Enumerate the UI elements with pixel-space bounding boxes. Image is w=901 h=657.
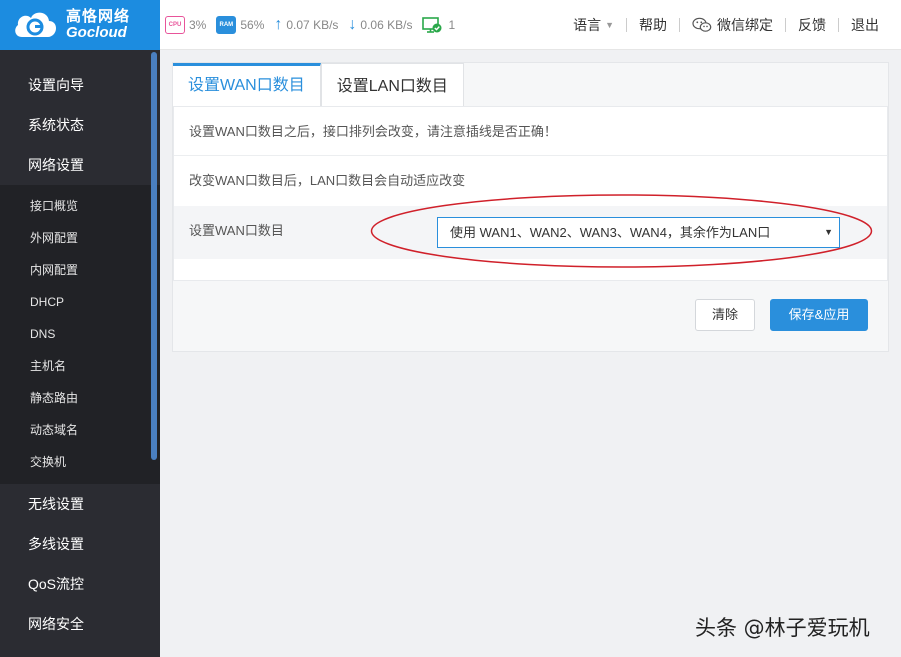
sidebar-scrollbar[interactable] bbox=[151, 52, 157, 460]
save-apply-button[interactable]: 保存&应用 bbox=[770, 299, 868, 331]
sidebar-item-wireless[interactable]: 无线设置 bbox=[0, 484, 160, 524]
ram-value: 56% bbox=[240, 18, 265, 32]
sidebar-subitem-switch[interactable]: 交换机 bbox=[0, 446, 160, 478]
sidebar-item-network-settings[interactable]: 网络设置 bbox=[0, 145, 160, 185]
tab-bar: 设置WAN口数目 设置LAN口数目 bbox=[173, 63, 464, 107]
brand-logo[interactable]: 高恪网络 Gocloud bbox=[0, 0, 160, 50]
tab-lan-count[interactable]: 设置LAN口数目 bbox=[320, 63, 464, 107]
top-bar: 高恪网络 Gocloud CPU 3% RAM 56% ↑ 0.07 KB/s … bbox=[0, 0, 901, 50]
language-label: 语言 bbox=[573, 17, 602, 33]
settings-card: 设置WAN口数目之后，接口排列会改变，请注意插线是否正确！ 改变WAN口数目后，… bbox=[173, 106, 888, 281]
wechat-bind-link[interactable]: 微信绑定 bbox=[680, 15, 785, 35]
upload-arrow-icon: ↑ bbox=[274, 16, 283, 33]
ram-stat: RAM 56% bbox=[216, 16, 264, 34]
language-menu[interactable]: 语言 ▼ bbox=[561, 15, 626, 35]
sidebar-item-multi-wan[interactable]: 多线设置 bbox=[0, 524, 160, 564]
chevron-down-icon: ▼ bbox=[605, 20, 614, 30]
sidebar-subitem-static-route[interactable]: 静态路由 bbox=[0, 382, 160, 414]
ram-icon: RAM bbox=[216, 16, 237, 34]
system-stats: CPU 3% RAM 56% ↑ 0.07 KB/s ↓ 0.06 KB/s 1 bbox=[165, 0, 465, 50]
wechat-bind-label: 微信绑定 bbox=[717, 17, 773, 33]
sidebar-item-qos[interactable]: QoS流控 bbox=[0, 564, 160, 604]
wan-count-select-value: 使用 WAN1、WAN2、WAN3、WAN4，其余作为LAN口 bbox=[450, 225, 771, 240]
hint-text: 改变WAN口数目后，LAN口数目会自动适应改变 bbox=[189, 173, 466, 188]
sidebar-subitem-interface-overview[interactable]: 接口概览 bbox=[0, 190, 160, 222]
sidebar: 设置向导 系统状态 网络设置 接口概览 外网配置 内网配置 DHCP DNS 主… bbox=[0, 50, 160, 657]
sidebar-subitem-hostname[interactable]: 主机名 bbox=[0, 350, 160, 382]
tab-wan-count[interactable]: 设置WAN口数目 bbox=[173, 63, 321, 107]
sidebar-subitem-ddns[interactable]: 动态域名 bbox=[0, 414, 160, 446]
sidebar-subitem-wan-config[interactable]: 外网配置 bbox=[0, 222, 160, 254]
brand-name-cn: 高恪网络 bbox=[66, 8, 131, 26]
monitor-check-icon bbox=[422, 17, 442, 33]
feedback-link[interactable]: 反馈 bbox=[786, 15, 838, 35]
wechat-icon bbox=[692, 17, 712, 32]
logout-label: 退出 bbox=[851, 17, 879, 33]
warning-notice: 设置WAN口数目之后，接口排列会改变，请注意插线是否正确！ bbox=[174, 107, 887, 156]
sidebar-subitem-dhcp[interactable]: DHCP bbox=[0, 286, 160, 318]
sidebar-submenu: 接口概览 外网配置 内网配置 DHCP DNS 主机名 静态路由 动态域名 交换… bbox=[0, 185, 160, 484]
cpu-value: 3% bbox=[189, 18, 207, 32]
upload-stat: ↑ 0.07 KB/s bbox=[274, 16, 338, 34]
feedback-label: 反馈 bbox=[798, 17, 826, 33]
sidebar-item-setup-wizard[interactable]: 设置向导 bbox=[0, 65, 160, 105]
brand-name-en: Gocloud bbox=[66, 24, 127, 41]
download-arrow-icon: ↓ bbox=[348, 16, 357, 33]
main-panel: 设置WAN口数目 设置LAN口数目 设置WAN口数目之后，接口排列会改变，请注意… bbox=[172, 62, 889, 352]
cpu-icon: CPU bbox=[165, 16, 185, 34]
help-link[interactable]: 帮助 bbox=[627, 15, 679, 35]
download-stat: ↓ 0.06 KB/s bbox=[348, 16, 412, 34]
download-value: 0.06 KB/s bbox=[360, 18, 413, 32]
devices-count: 1 bbox=[448, 18, 456, 32]
watermark-text: 头条 @林子爱玩机 bbox=[695, 616, 870, 640]
logout-link[interactable]: 退出 bbox=[839, 15, 891, 35]
upload-value: 0.07 KB/s bbox=[286, 18, 339, 32]
help-label: 帮助 bbox=[639, 17, 667, 33]
sidebar-item-system-status[interactable]: 系统状态 bbox=[0, 105, 160, 145]
clear-button[interactable]: 清除 bbox=[695, 299, 755, 331]
wan-count-label: 设置WAN口数目 bbox=[189, 223, 284, 238]
header-links: 语言 ▼ 帮助 微信绑定 反馈 退出 bbox=[561, 0, 891, 50]
sidebar-subitem-lan-config[interactable]: 内网配置 bbox=[0, 254, 160, 286]
wan-count-select[interactable]: 使用 WAN1、WAN2、WAN3、WAN4，其余作为LAN口 ▼ bbox=[437, 217, 840, 248]
sidebar-subitem-dns[interactable]: DNS bbox=[0, 318, 160, 350]
chevron-down-icon: ▼ bbox=[824, 227, 833, 237]
cloud-logo-icon bbox=[15, 12, 57, 37]
wan-count-row: 设置WAN口数目 使用 WAN1、WAN2、WAN3、WAN4，其余作为LAN口… bbox=[174, 194, 887, 268]
cpu-stat: CPU 3% bbox=[165, 16, 206, 34]
sidebar-item-network-security[interactable]: 网络安全 bbox=[0, 604, 160, 644]
devices-stat[interactable]: 1 bbox=[422, 17, 455, 33]
